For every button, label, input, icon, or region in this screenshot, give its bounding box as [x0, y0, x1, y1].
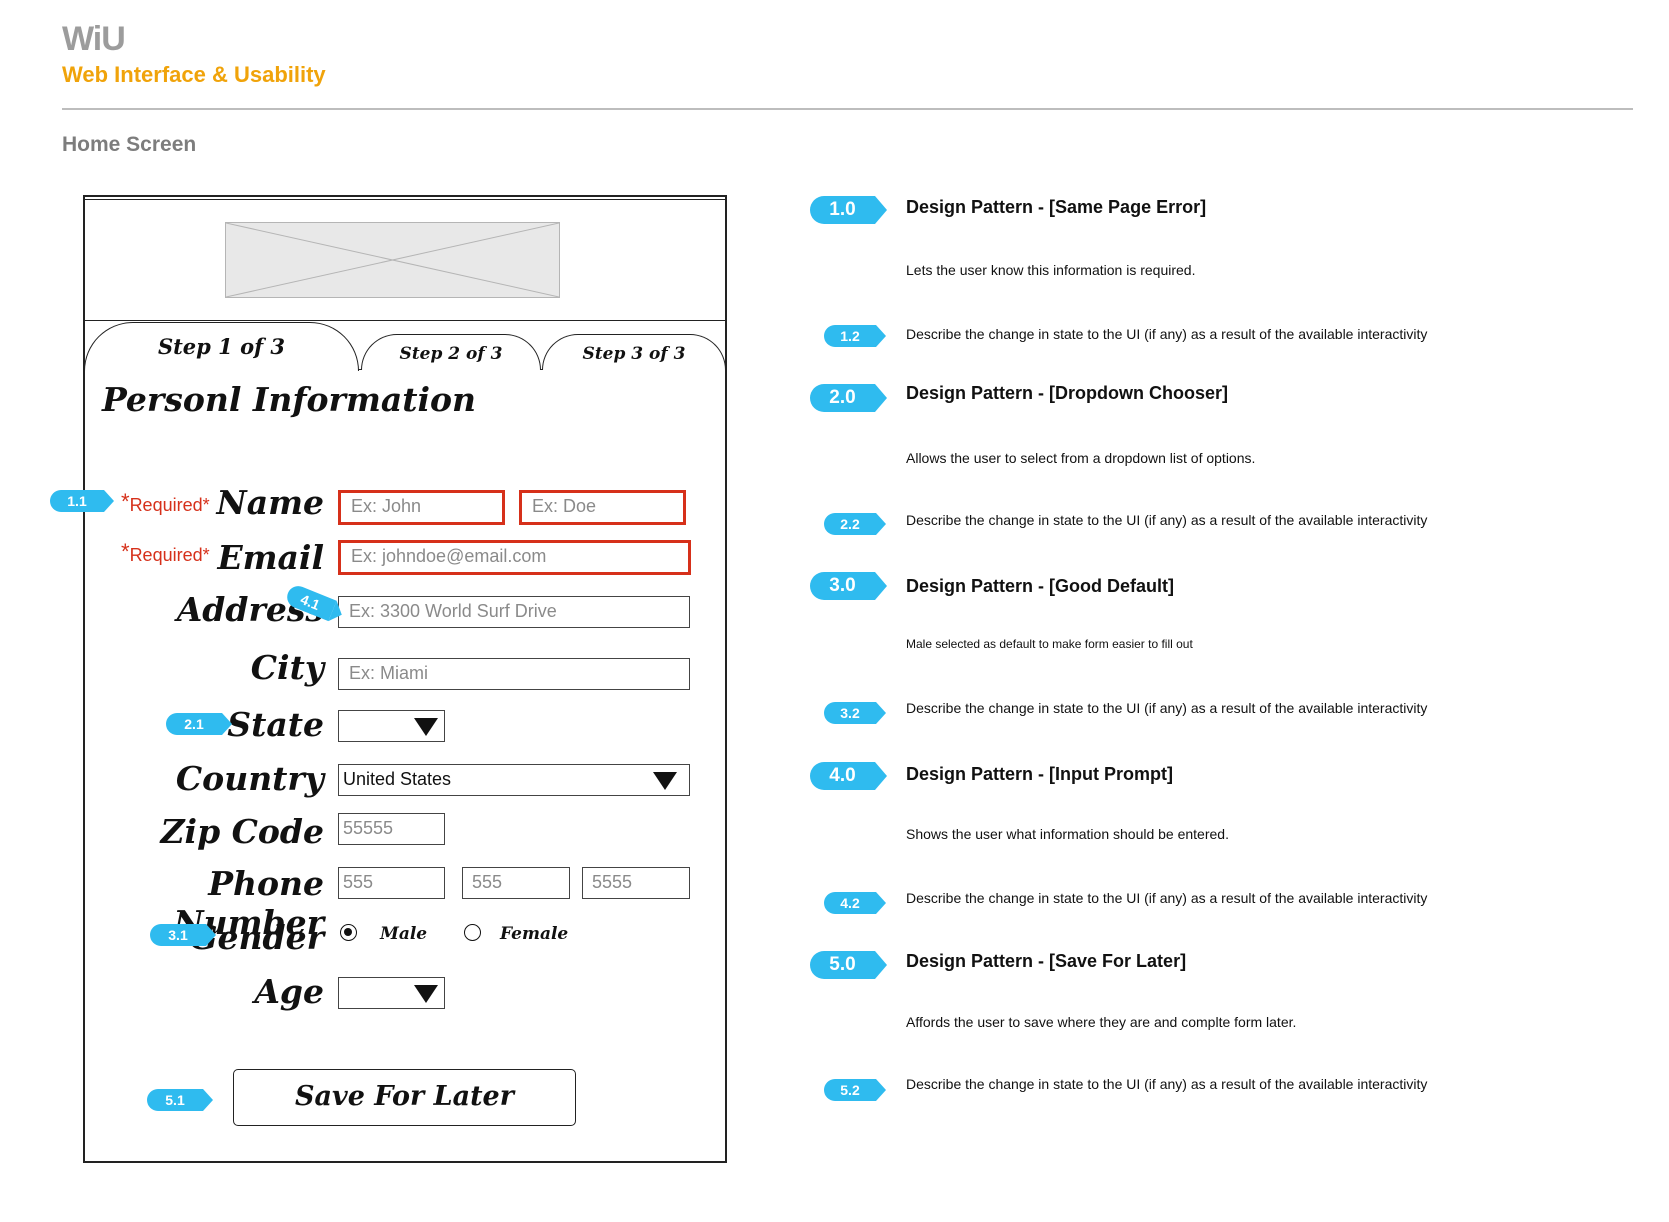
gender-female-radio[interactable] — [464, 924, 481, 941]
brand-subtitle: Web Interface & Usability — [62, 62, 326, 87]
annotation-marker-3-0: 3.0 — [810, 572, 887, 600]
annotation-desc-4: Shows the user what information should b… — [906, 826, 1229, 842]
screen-title: Home Screen — [62, 133, 197, 156]
state-select[interactable] — [338, 710, 445, 742]
label-zip: Zip Code — [160, 812, 324, 851]
tab-step-1[interactable]: Step 1 of 3 — [84, 322, 359, 371]
gender-male-radio[interactable] — [340, 924, 357, 941]
annotation-subdesc-2: Describe the change in state to the UI (… — [906, 512, 1428, 528]
phone-prefix-input[interactable]: 555 — [462, 867, 570, 899]
country-value: United States — [343, 769, 452, 789]
annotation-title-2: Design Pattern - [Dropdown Chooser] — [906, 383, 1229, 403]
phone-line-input[interactable]: 5555 — [582, 867, 690, 899]
marker-5-1: 5.1 — [147, 1089, 213, 1111]
annotation-marker-4-2: 4.2 — [824, 892, 886, 914]
annotation-marker-1-0: 1.0 — [810, 196, 887, 224]
label-name: Name — [216, 483, 324, 522]
chevron-down-icon — [653, 772, 677, 790]
annotation-marker-2-2: 2.2 — [824, 513, 886, 535]
annotation-desc-3: Male selected as default to make form ea… — [906, 637, 1193, 651]
label-city: City — [250, 648, 324, 687]
marker-1-1: 1.1 — [50, 490, 114, 512]
first-name-input[interactable]: Ex: John — [338, 490, 505, 525]
annotation-marker-5-2: 5.2 — [824, 1079, 886, 1101]
gender-female-label: Female — [500, 924, 569, 944]
last-name-input[interactable]: Ex: Doe — [519, 490, 686, 525]
annotation-marker-3-2: 3.2 — [824, 702, 886, 724]
annotation-subdesc-4: Describe the change in state to the UI (… — [906, 890, 1428, 906]
annotation-subdesc-5: Describe the change in state to the UI (… — [906, 1076, 1428, 1092]
chevron-down-icon — [414, 985, 438, 1003]
annotation-desc-5: Affords the user to save where they are … — [906, 1014, 1297, 1030]
save-for-later-button[interactable]: Save For Later — [233, 1069, 576, 1126]
annotation-title-1: Design Pattern - [Same Page Error] — [906, 197, 1207, 217]
gender-male-label: Male — [380, 924, 428, 944]
annotation-marker-2-0: 2.0 — [810, 384, 887, 412]
frame-double-line — [83, 199, 727, 200]
annotation-marker-5-0: 5.0 — [810, 951, 887, 979]
annotation-marker-1-2: 1.2 — [824, 325, 886, 347]
marker-2-1: 2.1 — [166, 713, 232, 735]
tab-step-3[interactable]: Step 3 of 3 — [542, 334, 726, 370]
city-input[interactable]: Ex: Miami — [338, 658, 690, 690]
zip-input[interactable]: 55555 — [338, 813, 445, 845]
phone-area-input[interactable]: 555 — [338, 867, 445, 899]
label-age: Age — [254, 972, 324, 1011]
image-placeholder-icon — [226, 223, 559, 297]
header-divider — [62, 108, 1633, 110]
form-title: Personl Information — [102, 380, 477, 419]
email-input[interactable]: Ex: johndoe@email.com — [338, 540, 691, 575]
annotation-subdesc-3: Describe the change in state to the UI (… — [906, 700, 1428, 716]
brand-logo: WiU — [62, 20, 126, 58]
annotation-marker-4-0: 4.0 — [810, 762, 887, 790]
annotation-subdesc-1: Describe the change in state to the UI (… — [906, 326, 1428, 342]
annotation-title-5: Design Pattern - [Save For Later] — [906, 951, 1187, 971]
image-placeholder — [225, 222, 560, 298]
marker-3-1: 3.1 — [150, 924, 216, 946]
chevron-down-icon — [414, 718, 438, 736]
tab-step-2[interactable]: Step 2 of 3 — [361, 334, 541, 370]
annotation-desc-2: Allows the user to select from a dropdow… — [906, 450, 1256, 466]
annotation-desc-1: Lets the user know this information is r… — [906, 262, 1196, 278]
age-select[interactable] — [338, 977, 445, 1009]
label-email: Email — [217, 538, 324, 577]
country-select[interactable]: United States — [338, 764, 690, 796]
address-input[interactable]: Ex: 3300 World Surf Drive — [338, 596, 690, 628]
annotation-title-3: Design Pattern - [Good Default] — [906, 576, 1175, 596]
annotation-title-4: Design Pattern - [Input Prompt] — [906, 764, 1173, 784]
header-separator — [83, 320, 727, 321]
label-country: Country — [175, 759, 324, 798]
